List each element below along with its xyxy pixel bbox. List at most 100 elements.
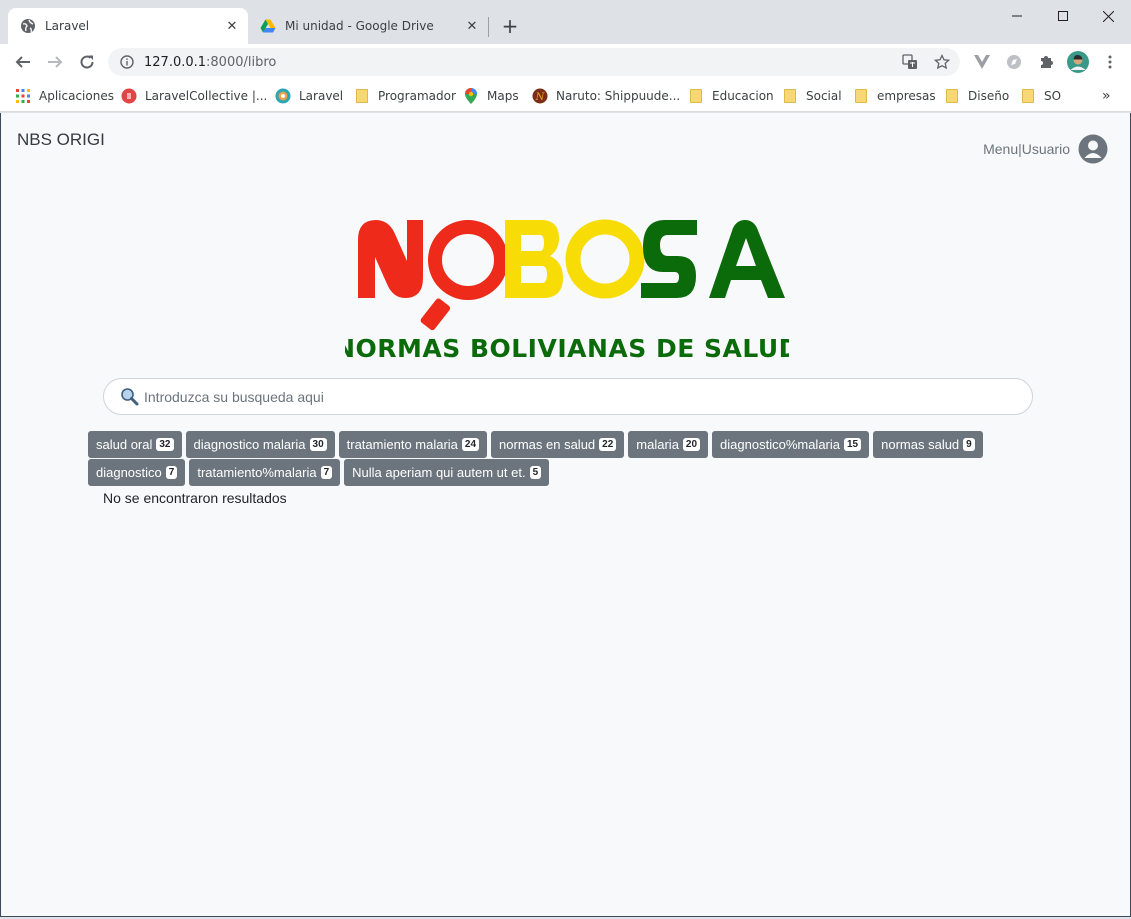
address-bar[interactable]: 127.0.0.1:8000/libro: [108, 48, 960, 76]
tag-diagnostico-pct-malaria[interactable]: diagnostico%malaria 15: [712, 431, 870, 458]
laravel-icon: [275, 88, 291, 104]
new-tab-button[interactable]: +: [498, 14, 522, 38]
url-path: :8000/libro: [206, 54, 277, 70]
tag-count-badge: 7: [320, 466, 333, 479]
tag-label: normas salud: [881, 437, 960, 452]
info-icon[interactable]: [120, 55, 134, 69]
bookmark-label: SO: [1044, 89, 1062, 103]
bookmark-label: Aplicaciones: [39, 89, 114, 103]
naruto-icon: N: [532, 88, 548, 104]
bookmark-aplicaciones[interactable]: Aplicaciones: [15, 86, 114, 106]
bookmarks-bar: Aplicaciones LaravelCollective |... Lara…: [0, 80, 1131, 112]
bookmark-laravelcollective[interactable]: LaravelCollective |...: [121, 86, 267, 106]
bookmark-label: Programador: [378, 89, 456, 103]
tab-title: Mi unidad - Google Drive: [285, 19, 434, 33]
tag-salud-oral[interactable]: salud oral 32: [88, 431, 182, 458]
extension-compass-icon[interactable]: [1004, 52, 1024, 72]
navbar-brand[interactable]: NBS ORIGI: [17, 130, 105, 150]
tab-laravel[interactable]: Laravel ✕: [8, 8, 248, 44]
tag-count-badge: 30: [309, 438, 327, 451]
maximize-button[interactable]: [1040, 0, 1086, 32]
close-tab-icon[interactable]: ✕: [222, 16, 242, 36]
bookmark-empresas[interactable]: empresas: [853, 86, 936, 106]
forward-button[interactable]: [41, 48, 69, 76]
profile-avatar[interactable]: [1066, 50, 1090, 74]
tag-label: Nulla aperiam qui autem ut et.: [352, 465, 526, 480]
tag-count-badge: 15: [844, 438, 862, 451]
extensions-puzzle-icon[interactable]: [1036, 52, 1056, 72]
user-menu[interactable]: Menu|Usuario: [983, 134, 1108, 164]
bookmark-laravel[interactable]: Laravel: [275, 86, 343, 106]
bookmark-maps[interactable]: Maps: [463, 86, 519, 106]
folder-icon: [782, 88, 798, 104]
logo-tagline: NORMAS BOLIVIANAS DE SALUD: [345, 334, 789, 361]
tag-label: tratamiento%malaria: [197, 465, 317, 480]
laravelcollective-icon: [121, 88, 137, 104]
tab-title: Laravel: [45, 19, 90, 33]
bookmark-label: Social: [806, 89, 842, 103]
tab-separator: [488, 17, 489, 37]
bookmark-educacion[interactable]: Educacion: [688, 86, 774, 106]
reload-icon: [80, 55, 94, 69]
vuejs-devtools-icon[interactable]: [972, 52, 992, 72]
tab-google-drive[interactable]: Mi unidad - Google Drive ✕: [250, 8, 488, 44]
tag-diagnostico[interactable]: diagnostico 7: [88, 459, 186, 486]
tag-label: malaria: [636, 437, 679, 452]
tag-normas-en-salud[interactable]: normas en salud 22: [491, 431, 625, 458]
bookmark-social[interactable]: Social: [782, 86, 842, 106]
folder-icon: [1020, 88, 1036, 104]
search-icon: [120, 387, 140, 407]
bookmark-label: empresas: [877, 89, 936, 103]
tag-count-badge: 20: [682, 438, 701, 451]
tag-diagnostico-malaria[interactable]: diagnostico malaria 30: [185, 431, 335, 458]
tag-label: salud oral: [96, 437, 153, 452]
arrow-right-icon: [48, 56, 63, 68]
minimize-button[interactable]: [994, 0, 1040, 32]
google-drive-icon: [260, 18, 276, 34]
tag-label: normas en salud: [499, 437, 596, 452]
folder-icon: [944, 88, 960, 104]
reload-button[interactable]: [73, 48, 101, 76]
folder-icon: [853, 88, 869, 104]
back-button[interactable]: [9, 48, 37, 76]
tag-count-badge: 24: [461, 438, 480, 451]
tag-label: tratamiento malaria: [346, 437, 458, 452]
nobosa-logo: NORMAS BOLIVIANAS DE SALUD: [334, 216, 799, 363]
kebab-menu-icon[interactable]: [1100, 52, 1120, 72]
star-bookmark-icon[interactable]: [932, 52, 952, 72]
no-results-message: No se encontraron resultados: [103, 490, 287, 506]
tag-tratamiento-pct-malaria[interactable]: tratamiento%malaria 7: [189, 459, 341, 486]
bookmark-label: Diseño: [968, 89, 1010, 103]
bookmark-label: Naruto: Shippuude...: [556, 89, 681, 103]
tag-label: diagnostico%malaria: [720, 437, 840, 452]
bookmarks-overflow-button[interactable]: »: [1102, 86, 1111, 106]
browser-toolbar: 127.0.0.1:8000/libro: [0, 44, 1131, 80]
bookmark-label: Laravel: [299, 89, 344, 103]
bookmark-programador[interactable]: Programador: [354, 86, 456, 106]
bookmark-label: Educacion: [712, 89, 774, 103]
tag-tratamiento-malaria[interactable]: tratamiento malaria 24: [338, 431, 488, 458]
close-tab-icon[interactable]: ✕: [462, 16, 482, 36]
tag-nulla-aperiam[interactable]: Nulla aperiam qui autem ut et. 5: [344, 459, 550, 486]
apps-grid-icon: [15, 88, 31, 104]
user-avatar-icon: [1078, 134, 1108, 164]
close-window-button[interactable]: [1085, 0, 1131, 32]
bookmark-label: LaravelCollective |...: [145, 89, 268, 103]
search-bar[interactable]: [103, 378, 1033, 415]
url-host: 127.0.0.1: [144, 54, 207, 70]
user-menu-label: Menu|Usuario: [983, 141, 1070, 157]
tag-malaria[interactable]: malaria 20: [628, 431, 709, 458]
folder-icon: [354, 88, 370, 104]
tag-label: diagnostico: [96, 465, 162, 480]
bookmark-diseno[interactable]: Diseño: [944, 86, 1009, 106]
tag-count-badge: 32: [156, 438, 174, 451]
translate-icon[interactable]: [900, 52, 920, 72]
page-content: NBS ORIGI Menu|Usuario NORMAS BOLIVIANAS…: [0, 113, 1131, 917]
bookmark-naruto[interactable]: N Naruto: Shippuude...: [532, 86, 680, 106]
bookmark-label: Maps: [487, 89, 519, 103]
arrow-left-icon: [15, 56, 30, 68]
tag-count-badge: 5: [529, 466, 542, 479]
tag-normas-salud[interactable]: normas salud 9: [873, 431, 983, 458]
search-input[interactable]: [144, 388, 1004, 405]
bookmark-so[interactable]: SO: [1020, 86, 1061, 106]
